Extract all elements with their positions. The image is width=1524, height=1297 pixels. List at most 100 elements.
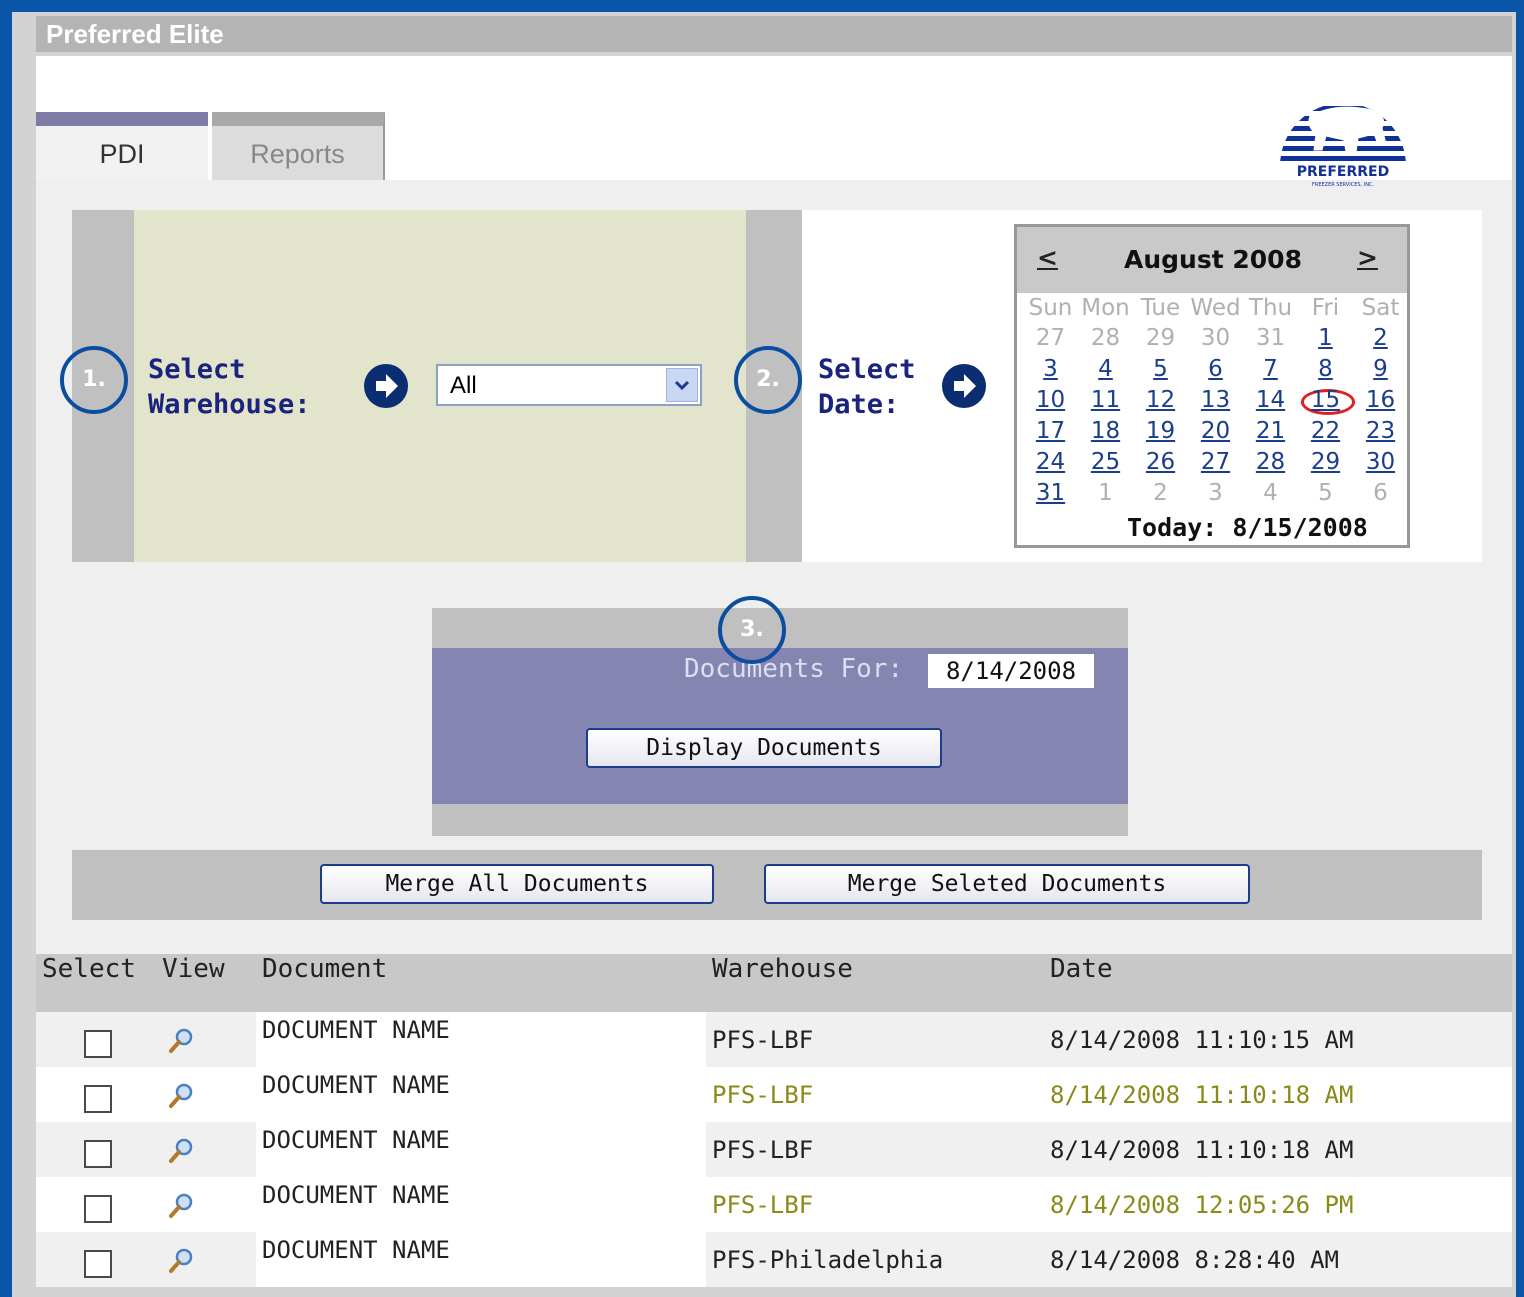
calendar-day[interactable]: 22 <box>1298 418 1353 444</box>
column-header-document: Document <box>262 954 388 984</box>
calendar-dow-label: Fri <box>1311 295 1340 321</box>
tab-reports[interactable]: Reports <box>212 112 385 180</box>
calendar-day[interactable]: 24 <box>1023 449 1078 475</box>
calendar-day: 31 <box>1255 325 1286 351</box>
column-header-date: Date <box>1050 954 1113 984</box>
step2-label-line1: Select <box>818 354 916 385</box>
document-name: DOCUMENT NAME <box>262 1071 450 1099</box>
calendar-day[interactable]: 6 <box>1188 356 1243 382</box>
table-row: DOCUMENT NAME PFS-LBF 8/14/2008 11:10:18 A… <box>36 1122 1512 1177</box>
warehouse-select[interactable]: All <box>436 364 702 406</box>
row-checkbox[interactable] <box>84 1030 112 1058</box>
calendar-day[interactable]: 23 <box>1353 418 1408 444</box>
document-name: DOCUMENT NAME <box>262 1181 450 1209</box>
calendar-dow-label: Sun <box>1028 295 1073 321</box>
calendar-day[interactable]: 9 <box>1353 356 1408 382</box>
step2-label: Select Date: <box>818 352 916 422</box>
step1-label-line2: Warehouse: <box>148 389 311 420</box>
date-value: 8/14/2008 11:10:18 AM <box>1050 1136 1354 1164</box>
date-value: 8/14/2008 11:10:18 AM <box>1050 1081 1354 1109</box>
document-name: DOCUMENT NAME <box>262 1236 450 1264</box>
calendar-day[interactable]: 27 <box>1188 449 1243 475</box>
calendar-day[interactable]: 15 <box>1298 387 1353 413</box>
calendar-day[interactable]: 25 <box>1078 449 1133 475</box>
row-checkbox[interactable] <box>84 1195 112 1223</box>
chevron-down-icon[interactable] <box>666 368 698 402</box>
step2-label-line2: Date: <box>818 389 900 420</box>
calendar-day[interactable]: 18 <box>1078 418 1133 444</box>
calendar-day[interactable]: 29 <box>1298 449 1353 475</box>
calendar-dow-label: Tue <box>1140 295 1181 321</box>
calendar-day[interactable]: 14 <box>1243 387 1298 413</box>
calendar-day[interactable]: 10 <box>1023 387 1078 413</box>
calendar-dow-label: Mon <box>1081 295 1130 321</box>
merge-selected-button[interactable]: Merge Seleted Documents <box>764 864 1250 904</box>
calendar-day: 1 <box>1098 480 1113 506</box>
calendar-day[interactable]: 20 <box>1188 418 1243 444</box>
warehouse-value: PFS-LBF <box>712 1191 814 1219</box>
calendar-prev-month[interactable]: < <box>1037 243 1058 272</box>
date-value: 8/14/2008 12:05:26 PM <box>1050 1191 1354 1219</box>
calendar-next-month[interactable]: > <box>1357 243 1378 272</box>
document-name: DOCUMENT NAME <box>262 1126 450 1154</box>
app-frame: Preferred Elite PDI Reports PREFERRED FR… <box>12 12 1516 1297</box>
calendar-day[interactable]: 11 <box>1078 387 1133 413</box>
date-calendar: < August 2008 > Today: 8/15/2008 Sun Mon T… <box>1014 224 1410 548</box>
logo-subtext: FREEZER SERVICES, INC. <box>1312 182 1374 188</box>
row-checkbox[interactable] <box>84 1140 112 1168</box>
warehouse-value: PFS-LBF <box>712 1081 814 1109</box>
row-checkbox[interactable] <box>84 1085 112 1113</box>
calendar-day[interactable]: 8 <box>1298 356 1353 382</box>
step1-label-line1: Select <box>148 354 246 385</box>
calendar-day[interactable]: 21 <box>1243 418 1298 444</box>
date-value: 8/14/2008 11:10:15 AM <box>1050 1026 1354 1054</box>
magnifier-icon[interactable] <box>166 1246 196 1276</box>
row-checkbox[interactable] <box>84 1250 112 1278</box>
calendar-day[interactable]: 5 <box>1133 356 1188 382</box>
date-value: 8/14/2008 8:28:40 AM <box>1050 1246 1339 1274</box>
document-name: DOCUMENT NAME <box>262 1016 450 1044</box>
calendar-day: 6 <box>1373 480 1388 506</box>
step3-body: Documents For: 8/14/2008 <box>432 648 1128 804</box>
table-row: DOCUMENT NAME PFS-LBF 8/14/2008 12:05:26 P… <box>36 1177 1512 1232</box>
calendar-day[interactable]: 1 <box>1298 325 1353 351</box>
window-title: Preferred Elite <box>36 16 1512 52</box>
calendar-day[interactable]: 7 <box>1243 356 1298 382</box>
merge-all-button[interactable]: Merge All Documents <box>320 864 714 904</box>
calendar-day[interactable]: 3 <box>1023 356 1078 382</box>
step3-number: 3. <box>718 596 786 664</box>
column-header-warehouse: Warehouse <box>712 954 853 984</box>
arrow-right-icon <box>364 364 408 408</box>
warehouse-value: PFS-LBF <box>712 1026 814 1054</box>
calendar-day[interactable]: 16 <box>1353 387 1408 413</box>
table-row: DOCUMENT NAME PFS-LBF 8/14/2008 11:10:18 A… <box>36 1067 1512 1122</box>
tab-pdi[interactable]: PDI <box>36 112 208 180</box>
calendar-day[interactable]: 31 <box>1023 480 1078 506</box>
display-documents-button[interactable]: Display Documents <box>586 728 942 768</box>
documents-for-date: 8/14/2008 <box>928 654 1094 688</box>
calendar-day[interactable]: 19 <box>1133 418 1188 444</box>
calendar-day[interactable]: 26 <box>1133 449 1188 475</box>
calendar-day: 29 <box>1145 325 1176 351</box>
calendar-day[interactable]: 12 <box>1133 387 1188 413</box>
preferred-logo: PREFERRED FREEZER SERVICES, INC. <box>1280 103 1406 188</box>
magnifier-icon[interactable] <box>166 1081 196 1111</box>
documents-for-label: Documents For: <box>684 654 904 684</box>
calendar-day: 4 <box>1263 480 1278 506</box>
calendar-day[interactable]: 13 <box>1188 387 1243 413</box>
warehouse-select-value: All <box>450 372 477 399</box>
column-header-view: View <box>162 954 225 984</box>
magnifier-icon[interactable] <box>166 1136 196 1166</box>
calendar-day: 5 <box>1318 480 1333 506</box>
magnifier-icon[interactable] <box>166 1026 196 1056</box>
table-row: DOCUMENT NAME PFS-Philadelphia 8/14/2008 8… <box>36 1232 1512 1287</box>
warehouse-value: PFS-Philadelphia <box>712 1246 944 1274</box>
calendar-day[interactable]: 17 <box>1023 418 1078 444</box>
calendar-day[interactable]: 2 <box>1353 325 1408 351</box>
magnifier-icon[interactable] <box>166 1191 196 1221</box>
calendar-day[interactable]: 28 <box>1243 449 1298 475</box>
calendar-day[interactable]: 4 <box>1078 356 1133 382</box>
calendar-month-label: August 2008 <box>1124 245 1302 274</box>
column-header-select: Select <box>42 954 136 984</box>
calendar-day[interactable]: 30 <box>1353 449 1408 475</box>
